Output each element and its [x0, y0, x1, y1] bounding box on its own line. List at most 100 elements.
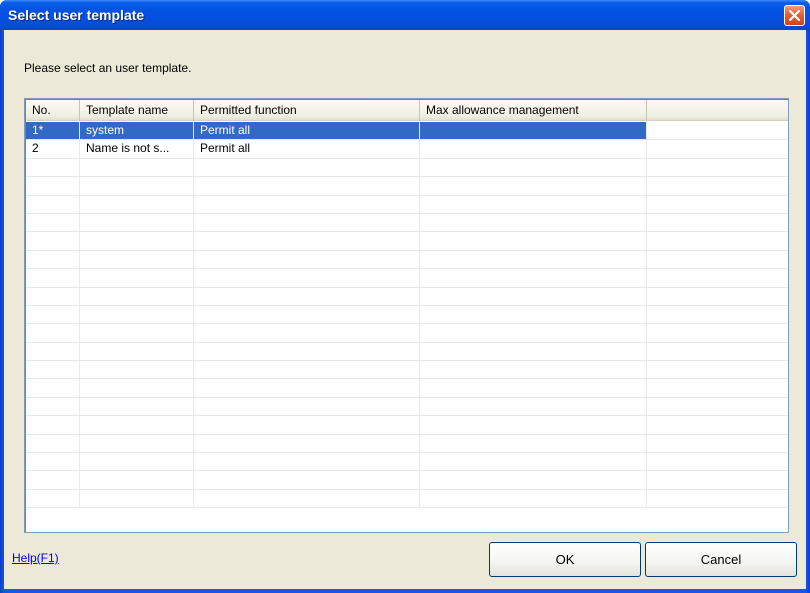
empty-cell	[26, 324, 80, 342]
empty-cell	[80, 287, 194, 305]
empty-cell	[80, 397, 194, 416]
empty-row	[26, 379, 788, 398]
empty-cell	[647, 214, 788, 231]
empty-cell	[647, 177, 788, 194]
cancel-button[interactable]: Cancel	[645, 542, 797, 577]
empty-cell	[194, 434, 420, 453]
empty-row	[26, 342, 788, 362]
empty-cell	[420, 324, 647, 342]
column-header-permitted-function[interactable]: Permitted function	[194, 100, 420, 121]
empty-row	[26, 324, 788, 343]
empty-cell	[26, 471, 80, 489]
empty-row	[26, 232, 788, 251]
close-button[interactable]	[784, 5, 805, 26]
list-header: No. Template name Permitted function Max…	[26, 100, 788, 121]
empty-cell	[194, 195, 420, 213]
list-body: 1* system Permit all 2 Name is not s... Permi…	[26, 122, 788, 509]
empty-row	[26, 250, 788, 270]
empty-cell	[26, 416, 80, 434]
empty-cell	[80, 416, 194, 434]
column-header-blank[interactable]	[647, 100, 788, 121]
cell-max-allowance	[420, 122, 647, 140]
empty-cell	[420, 397, 647, 416]
empty-cell	[80, 453, 194, 471]
empty-cell	[420, 489, 647, 508]
empty-cell	[420, 158, 647, 177]
empty-cell	[194, 177, 420, 195]
empty-cell	[26, 397, 80, 416]
close-icon	[789, 10, 800, 21]
empty-cell	[420, 195, 647, 213]
empty-cell	[194, 489, 420, 508]
empty-cell	[420, 434, 647, 453]
empty-cell	[647, 453, 788, 470]
empty-cell	[647, 251, 788, 268]
empty-row	[26, 489, 788, 509]
cell-no: 2	[26, 140, 80, 158]
window-title: Select user template	[8, 7, 145, 23]
cell-blank	[647, 122, 788, 139]
empty-cell	[420, 287, 647, 305]
empty-cell	[647, 435, 788, 452]
empty-cell	[26, 361, 80, 379]
empty-cell	[420, 471, 647, 489]
empty-cell	[647, 196, 788, 213]
empty-cell	[420, 269, 647, 287]
empty-cell	[647, 269, 788, 286]
empty-cell	[26, 453, 80, 471]
empty-cell	[80, 379, 194, 397]
cell-template-name: Name is not s...	[80, 140, 194, 158]
ok-button[interactable]: OK	[489, 542, 641, 577]
cell-max-allowance	[420, 140, 647, 158]
empty-row	[26, 269, 788, 288]
empty-cell	[80, 195, 194, 213]
empty-row	[26, 361, 788, 380]
empty-cell	[194, 361, 420, 379]
empty-cell	[80, 489, 194, 508]
empty-cell	[80, 361, 194, 379]
column-header-template-name[interactable]: Template name	[80, 100, 194, 121]
empty-cell	[80, 250, 194, 269]
empty-cell	[194, 471, 420, 489]
empty-row	[26, 177, 788, 196]
table-row[interactable]: 2 Name is not s... Permit all	[26, 140, 788, 159]
empty-cell	[80, 177, 194, 195]
empty-cell	[26, 177, 80, 195]
empty-cell	[26, 305, 80, 324]
empty-cell	[80, 434, 194, 453]
column-header-no[interactable]: No.	[26, 100, 80, 121]
table-row[interactable]: 1* system Permit all	[26, 122, 788, 141]
template-list[interactable]: No. Template name Permitted function Max…	[24, 98, 789, 533]
empty-cell	[194, 342, 420, 361]
empty-cell	[26, 287, 80, 305]
prompt-text: Please select an user template.	[24, 61, 192, 75]
empty-cell	[420, 453, 647, 471]
empty-cell	[647, 490, 788, 507]
empty-cell	[194, 287, 420, 305]
empty-row	[26, 195, 788, 214]
empty-row	[26, 158, 788, 178]
empty-cell	[647, 416, 788, 433]
empty-row	[26, 416, 788, 435]
empty-cell	[647, 306, 788, 323]
empty-cell	[647, 398, 788, 415]
empty-cell	[26, 434, 80, 453]
empty-cell	[80, 324, 194, 342]
title-bar[interactable]: Select user template	[0, 0, 810, 30]
empty-cell	[194, 158, 420, 177]
column-header-max-allowance[interactable]: Max allowance management	[420, 100, 647, 121]
empty-cell	[26, 269, 80, 287]
empty-cell	[80, 158, 194, 177]
empty-cell	[194, 324, 420, 342]
empty-cell	[26, 195, 80, 213]
empty-cell	[420, 232, 647, 250]
dialog-client-area: Please select an user template. No. Temp…	[4, 30, 806, 589]
empty-cell	[194, 213, 420, 232]
empty-row	[26, 434, 788, 454]
empty-cell	[647, 343, 788, 360]
help-link[interactable]: Help(F1)	[12, 551, 59, 565]
empty-cell	[194, 269, 420, 287]
empty-cell	[194, 250, 420, 269]
empty-row	[26, 397, 788, 417]
empty-row	[26, 287, 788, 306]
